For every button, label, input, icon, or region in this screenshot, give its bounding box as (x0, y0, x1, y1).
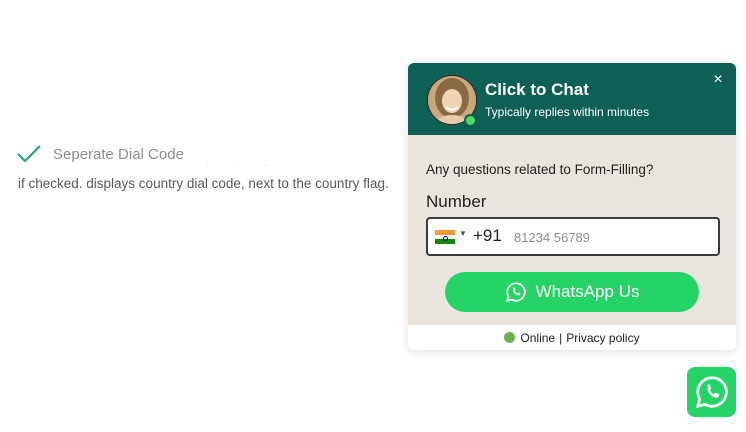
india-flag-icon[interactable] (435, 230, 455, 244)
close-icon[interactable]: × (710, 72, 726, 88)
whatsapp-icon (695, 376, 728, 409)
whatsapp-button-label: WhatsApp Us (535, 282, 640, 301)
status-dot (504, 332, 516, 343)
privacy-policy-link[interactable]: Privacy policy (566, 331, 639, 345)
chat-subtitle: Typically replies within minutes (485, 105, 650, 119)
phone-number-input[interactable] (512, 225, 706, 249)
footer-status: Online (520, 330, 556, 345)
setting-label: Seperate Dial Code (53, 145, 184, 163)
chat-footer: Online | Privacy policy (408, 325, 736, 350)
seperate-dial-code-setting[interactable]: Seperate Dial Code (16, 142, 184, 166)
chat-header: Click to Chat Typically replies within m… (408, 63, 736, 135)
checkmark-icon[interactable] (16, 142, 42, 166)
number-label: Number (426, 192, 487, 211)
decorative-dots: ··· (206, 160, 294, 171)
whatsapp-float-button[interactable] (687, 367, 736, 417)
setting-description: if checked. displays country dial code, … (18, 176, 389, 191)
phone-input-group: ▼ +91 (426, 217, 720, 256)
online-indicator (464, 114, 477, 127)
whatsapp-us-button[interactable]: WhatsApp Us (445, 272, 699, 312)
dial-code: +91 (473, 226, 502, 245)
question-text: Any questions related to Form-Filling? (426, 162, 654, 177)
chat-widget: Click to Chat Typically replies within m… (408, 63, 736, 350)
chat-title: Click to Chat (485, 80, 589, 99)
caret-down-icon[interactable]: ▼ (459, 229, 467, 238)
whatsapp-icon (505, 282, 526, 302)
footer-separator: | (559, 330, 563, 345)
chat-body: Any questions related to Form-Filling? N… (408, 135, 736, 325)
